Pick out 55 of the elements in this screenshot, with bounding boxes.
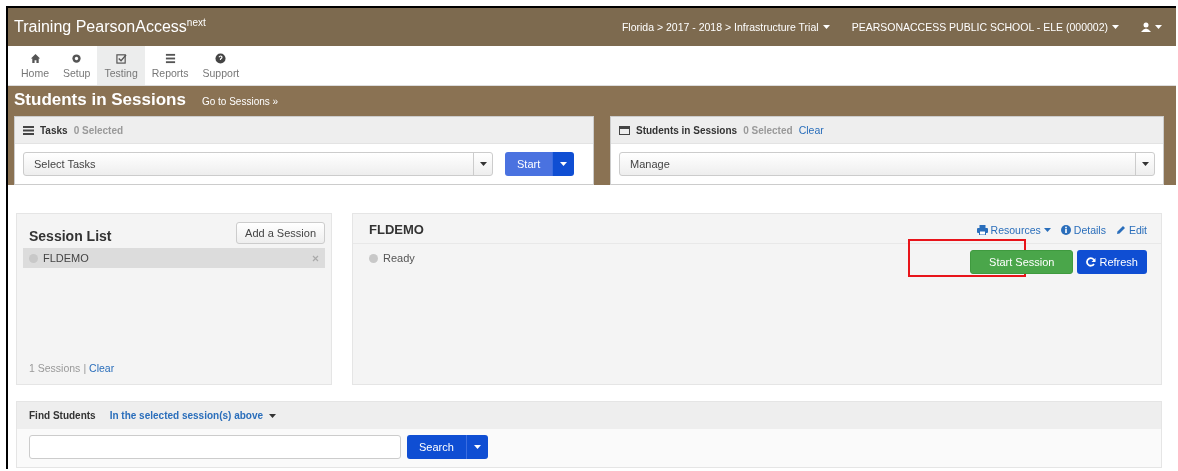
organization-dropdown[interactable]: PEARSONACCESS PUBLIC SCHOOL - ELE (000002)	[851, 21, 1119, 33]
caret-icon	[822, 25, 830, 29]
panel-title: Students in Sessions	[636, 124, 738, 136]
search-button[interactable]: Search	[407, 435, 466, 459]
session-name: FLDEMO	[369, 222, 424, 237]
caret-icon	[1155, 25, 1162, 29]
start-session-button[interactable]: Start Session	[970, 250, 1074, 274]
refresh-button[interactable]: Refresh	[1077, 250, 1147, 274]
clear-link[interactable]: Clear	[89, 362, 115, 374]
selected-count: 0 Selected	[743, 124, 793, 136]
scope-dropdown[interactable]: In the selected session(s) above	[109, 410, 277, 421]
session-link[interactable]: Edit	[1115, 223, 1147, 236]
caret-icon	[1112, 25, 1119, 29]
caret-icon	[1043, 227, 1051, 232]
page-title: Students in Sessions	[14, 90, 186, 110]
list-icon	[164, 52, 176, 64]
session-list-title: Session List	[28, 228, 112, 244]
help-icon	[215, 52, 227, 64]
panel-title: Tasks	[40, 124, 68, 136]
session-link[interactable]: Details	[1060, 223, 1106, 236]
context-dropdown[interactable]: Florida > 2017 - 2018 > Infrastructure Trial	[621, 21, 830, 33]
caret-icon	[473, 445, 481, 449]
clear-link[interactable]: Clear	[798, 124, 824, 136]
start-button[interactable]: Start	[505, 152, 553, 176]
session-link[interactable]: Resources	[976, 223, 1051, 236]
start-dropdown-button[interactable]	[552, 152, 575, 176]
add-session-button[interactable]: Add a Session	[236, 222, 325, 244]
user-icon	[1141, 22, 1151, 32]
home-icon	[29, 52, 41, 64]
session-status: Ready	[369, 252, 415, 264]
user-menu[interactable]	[1141, 22, 1162, 32]
pencil-icon	[1115, 224, 1126, 235]
caret-icon	[269, 413, 277, 418]
manage-select[interactable]: Manage	[619, 152, 1155, 176]
tasks-select[interactable]: Select Tasks	[23, 152, 493, 176]
settings-icon	[71, 52, 83, 64]
separator: |	[83, 362, 87, 374]
list-icon	[23, 125, 34, 135]
nav-tab[interactable]: Testing	[97, 46, 145, 85]
table-icon	[619, 125, 630, 135]
sessions-count: 1 Sessions	[29, 362, 81, 374]
caret-icon	[479, 162, 487, 166]
checkbox-icon	[115, 52, 127, 64]
caret-icon	[1141, 162, 1149, 166]
brand-title: Training PearsonAccess$^{next}$	[14, 17, 206, 37]
info-icon	[1060, 224, 1071, 235]
session-list-item[interactable]: FLDEMO	[23, 248, 325, 268]
caret-icon	[560, 162, 568, 166]
print-icon	[976, 224, 988, 235]
search-field[interactable]	[29, 435, 401, 459]
find-students-label: Find Students	[29, 410, 96, 421]
refresh-icon	[1086, 257, 1097, 267]
go-to-sessions-link[interactable]: Go to Sessions »	[201, 96, 279, 107]
selected-count: 0 Selected	[73, 124, 124, 136]
search-dropdown-button[interactable]	[465, 435, 488, 459]
